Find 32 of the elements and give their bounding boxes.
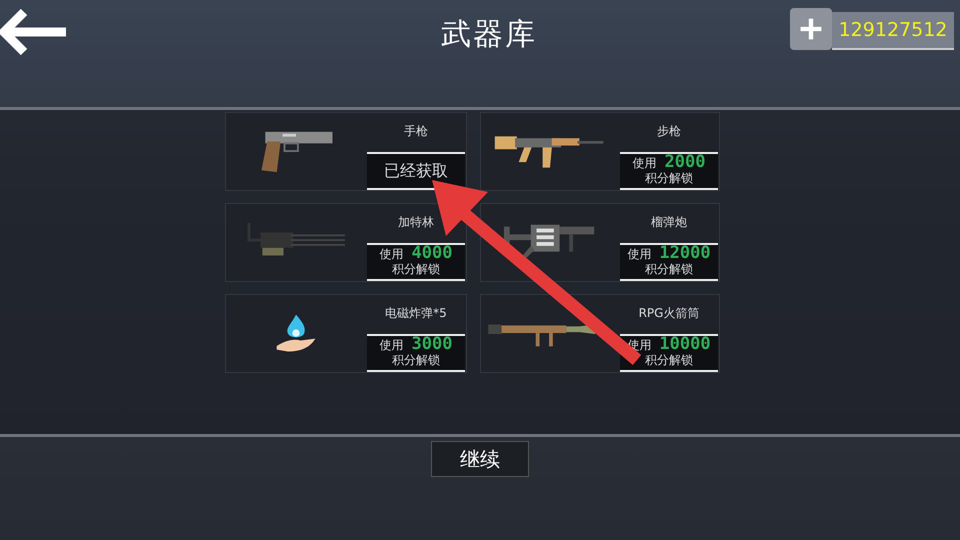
use-label: 使用 xyxy=(380,247,404,262)
weapon-name: 榴弹炮 xyxy=(651,214,687,231)
weapon-card[interactable]: 步枪 使用 2000 积分解锁 xyxy=(480,112,720,191)
weapon-name: 电磁炸弹*5 xyxy=(385,305,447,322)
unlock-label: 积分解锁 xyxy=(645,262,693,277)
weapon-card[interactable]: 榴弹炮 使用 12000 积分解锁 xyxy=(480,203,720,282)
owned-status: 已经获取 xyxy=(367,152,465,190)
price-value: 2000 xyxy=(664,155,706,170)
currency-balance: 129127512 xyxy=(832,12,954,50)
price-value: 10000 xyxy=(659,337,711,352)
unlock-label: 积分解锁 xyxy=(645,171,693,186)
weapon-name: 加特林 xyxy=(398,214,434,231)
unlock-label: 积分解锁 xyxy=(392,353,440,368)
weapon-name: 手枪 xyxy=(404,123,428,140)
price-value: 3000 xyxy=(412,337,452,352)
use-label: 使用 xyxy=(627,247,652,262)
price-value: 4000 xyxy=(412,246,452,261)
weapon-card[interactable]: 手枪 已经获取 xyxy=(225,112,467,191)
use-label: 使用 xyxy=(632,156,657,171)
price-value: 12000 xyxy=(659,246,711,261)
unlock-label: 积分解锁 xyxy=(392,262,440,277)
weapon-name: 步枪 xyxy=(657,123,681,140)
back-arrow-icon[interactable] xyxy=(0,6,68,58)
unlock-label: 积分解锁 xyxy=(645,353,693,368)
plus-icon xyxy=(798,16,824,42)
add-currency-button[interactable] xyxy=(790,8,832,50)
weapon-card[interactable]: 电磁炸弹*5 使用 3000 积分解锁 xyxy=(225,294,467,373)
use-label: 使用 xyxy=(380,338,404,353)
continue-button[interactable]: 继续 xyxy=(431,441,529,477)
weapon-name: RPG火箭筒 xyxy=(638,305,700,322)
screen-title: 武器库 xyxy=(441,16,537,54)
weapon-card[interactable]: 加特林 使用 4000 积分解锁 xyxy=(225,203,467,282)
